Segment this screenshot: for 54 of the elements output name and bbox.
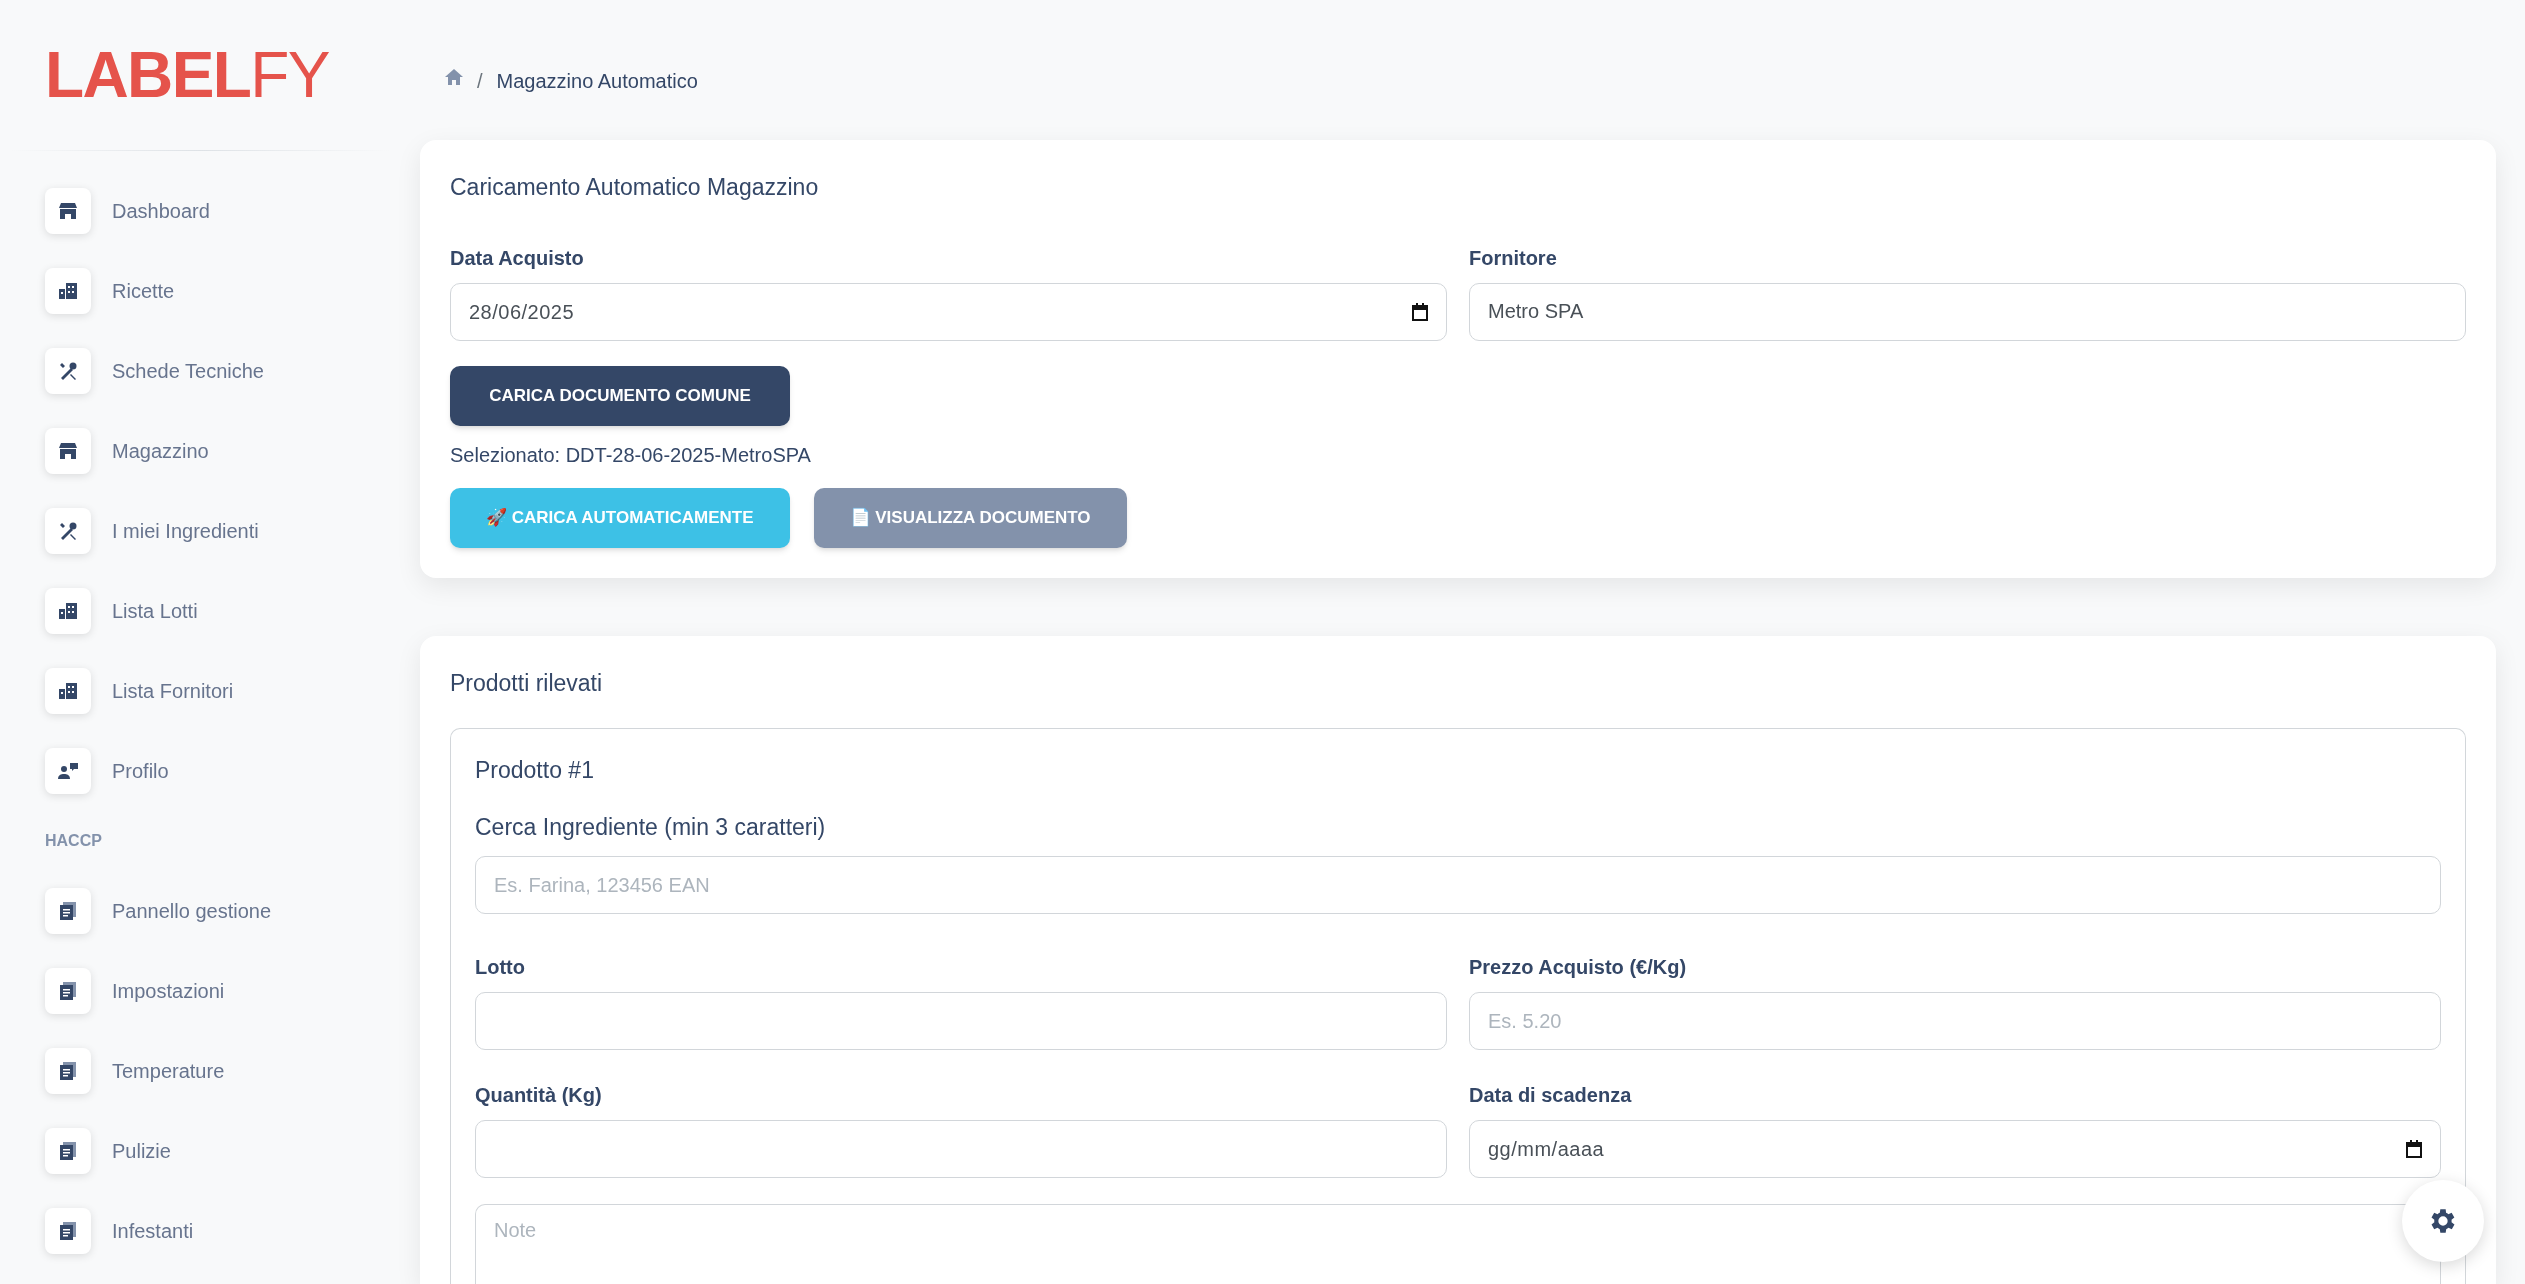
sidebar-item[interactable]: Impostazioni [0, 951, 400, 1031]
sidebar-item[interactable]: Schede Tecniche [0, 331, 400, 411]
field-label: Cerca Ingrediente (min 3 caratteri) [475, 812, 827, 842]
building-icon [45, 268, 91, 314]
store-icon [45, 188, 91, 234]
field-label: Quantità (Kg) [475, 1083, 603, 1108]
store-icon [45, 428, 91, 474]
field-label: Prezzo Acquisto (€/Kg) [1469, 955, 1688, 980]
date-field[interactable]: gg/mm/aaaa [1469, 1120, 2441, 1178]
field-label: Data Acquisto [450, 245, 585, 271]
selected-file-text: Selezionato: DDT-28-06-2025-MetroSPA [450, 442, 812, 468]
auto-upload-button[interactable]: 🚀 CARICA AUTOMATICAMENTE [450, 487, 790, 548]
quantity-field[interactable] [475, 1120, 1447, 1178]
sidebar-item[interactable]: Pannello gestione [0, 871, 400, 951]
view-document-button[interactable]: 📄 VISUALIZZA DOCUMENTO [813, 487, 1127, 548]
card-title: Caricamento Automatico Magazzino [450, 173, 820, 202]
sidebar-item[interactable]: Ricette [0, 251, 400, 331]
field-label: Data di scadenza [1469, 1083, 1633, 1108]
home-icon[interactable] [445, 69, 463, 85]
card-title: Prodotti rilevati [450, 668, 604, 698]
sidebar-item[interactable]: Profilo [0, 731, 400, 811]
building-icon [45, 588, 91, 634]
date-field[interactable]: 28/06/2025 [450, 282, 1447, 341]
document-icon [45, 968, 91, 1014]
product-title: Prodotto #1 [475, 756, 595, 785]
sidebar-item[interactable]: I miei Ingredienti [0, 491, 400, 571]
wrench-screwdriver-icon [45, 508, 91, 554]
calendar-icon[interactable] [2406, 1140, 2422, 1158]
field-label: Lotto [475, 955, 526, 980]
wrench-screwdriver-icon [45, 348, 91, 394]
sidebar-item[interactable]: Dashboard [0, 171, 400, 251]
breadcrumb-current: Magazzino Automatico [496, 69, 698, 94]
document-icon [45, 1208, 91, 1254]
logo: LABELFY [45, 43, 329, 107]
sidebar-item[interactable]: Infestanti [0, 1191, 400, 1271]
sidebar-item[interactable]: Magazzino [0, 411, 400, 491]
price-field[interactable]: Es. 5.20 [1469, 992, 2441, 1050]
document-icon [45, 1128, 91, 1174]
calendar-icon[interactable] [1412, 302, 1428, 321]
sidebar-item[interactable]: Lista Fornitori [0, 651, 400, 731]
sidebar-item[interactable]: Pulizie [0, 1111, 400, 1191]
ingredient-search-field[interactable]: Es. Farina, 123456 EAN [475, 856, 2441, 914]
section-heading: HACCP [45, 831, 102, 851]
building-icon [45, 668, 91, 714]
document-icon [45, 1048, 91, 1094]
lot-field[interactable] [475, 992, 1447, 1050]
supplier-field[interactable]: Metro SPA [1469, 282, 2466, 341]
upload-document-button[interactable]: CARICA DOCUMENTO COMUNE [450, 365, 790, 426]
breadcrumb-separator: / [477, 69, 483, 94]
sidebar-item[interactable]: Temperature [0, 1031, 400, 1111]
document-icon [45, 888, 91, 934]
user-icon [45, 748, 91, 794]
sidebar-item[interactable]: Lista Lotti [0, 571, 400, 651]
field-label: Fornitore [1469, 245, 1558, 271]
